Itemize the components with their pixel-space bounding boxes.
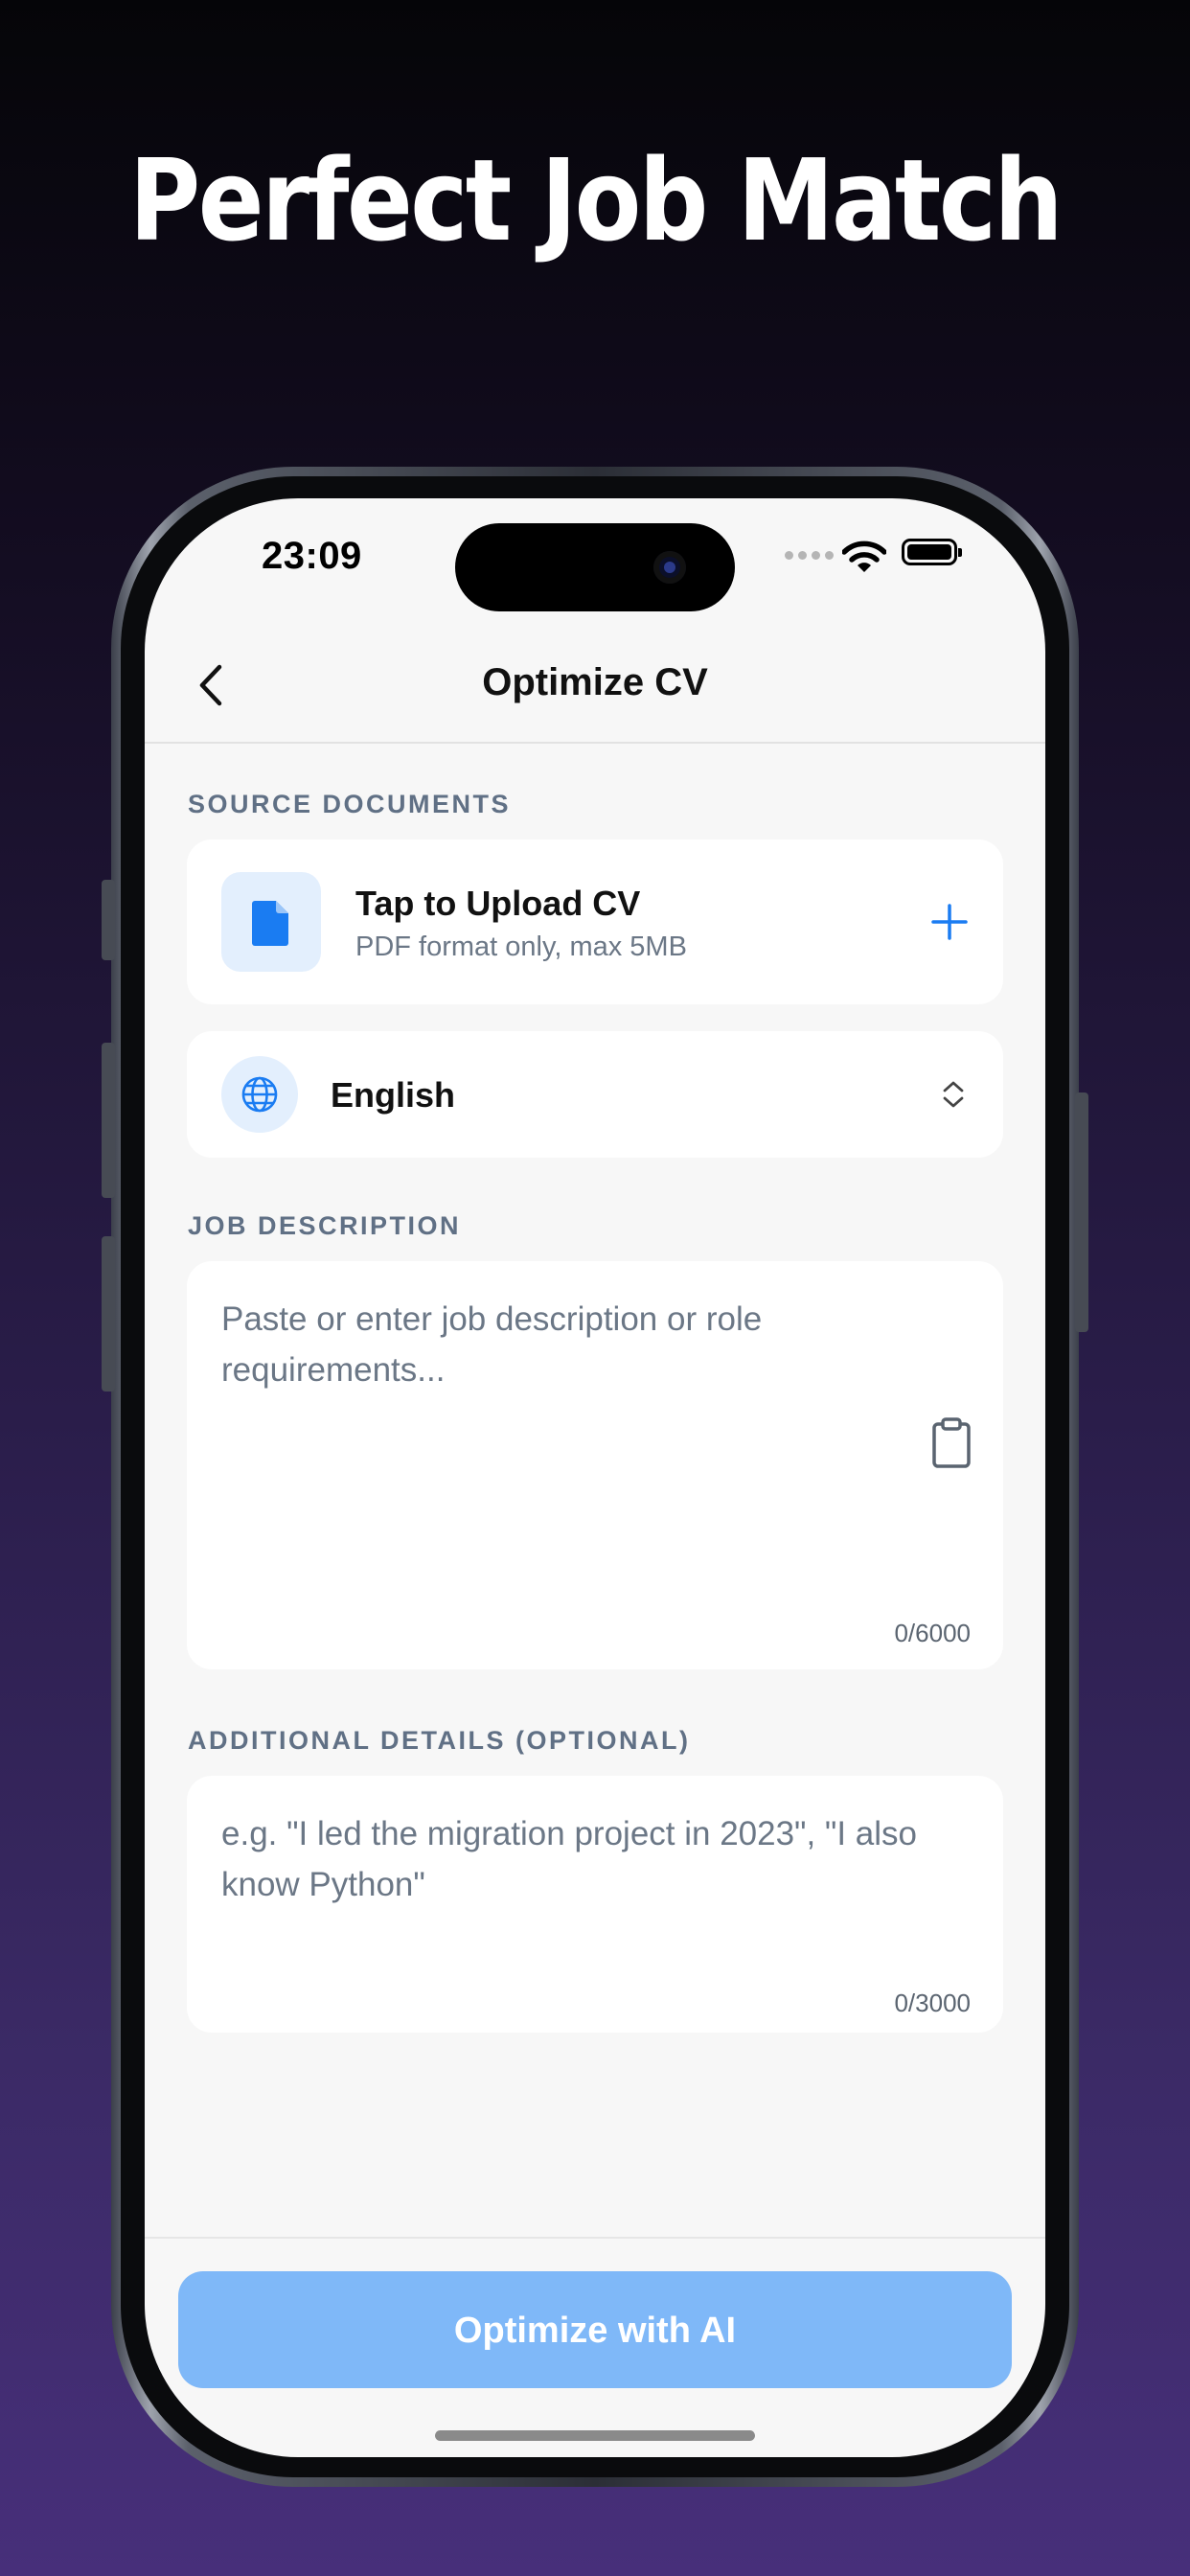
status-time: 23:09 xyxy=(262,535,362,577)
home-indicator xyxy=(435,2430,755,2441)
app-screen: 23:09 Optimize CV SOURCE DOCUMENTS Tap t… xyxy=(145,498,1045,2457)
power-button xyxy=(1075,1092,1088,1332)
section-label-source-documents: SOURCE DOCUMENTS xyxy=(188,790,512,818)
job-description-input[interactable]: Paste or enter job description or role r… xyxy=(187,1261,1003,1669)
job-description-counter: 0/6000 xyxy=(894,1619,971,1647)
globe-icon xyxy=(221,1056,298,1133)
chevron-up-down-icon xyxy=(943,1081,964,1108)
section-label-additional-details: ADDITIONAL DETAILS (OPTIONAL) xyxy=(188,1726,691,1755)
nav-divider xyxy=(145,742,1045,744)
additional-details-placeholder: e.g. "I led the migration project in 202… xyxy=(221,1815,918,1903)
plus-icon[interactable] xyxy=(930,903,969,941)
optimize-with-ai-button[interactable]: Optimize with AI xyxy=(178,2271,1012,2388)
document-icon xyxy=(221,872,321,972)
language-selector[interactable]: English xyxy=(187,1031,1003,1158)
cellular-signal-icon xyxy=(785,551,834,560)
wifi-icon xyxy=(842,540,886,572)
upload-subtitle: PDF format only, max 5MB xyxy=(355,932,687,962)
footer-divider xyxy=(145,2237,1045,2239)
upload-cv-card[interactable]: Tap to Upload CV PDF format only, max 5M… xyxy=(187,840,1003,1004)
additional-details-input[interactable]: e.g. "I led the migration project in 202… xyxy=(187,1776,1003,2033)
dynamic-island xyxy=(455,523,735,611)
volume-down-button xyxy=(102,1236,115,1392)
action-button xyxy=(102,880,115,960)
marketing-headline: Perfect Job Match xyxy=(128,134,1064,266)
clipboard-icon[interactable] xyxy=(928,1416,974,1470)
camera-icon xyxy=(653,551,686,584)
job-description-placeholder: Paste or enter job description or role r… xyxy=(221,1300,763,1389)
language-value: English xyxy=(331,1075,456,1115)
battery-icon xyxy=(902,539,962,565)
additional-details-counter: 0/3000 xyxy=(894,1989,971,2017)
page-title: Optimize CV xyxy=(482,661,708,703)
section-label-job-description: JOB DESCRIPTION xyxy=(188,1211,462,1240)
upload-title: Tap to Upload CV xyxy=(355,884,641,923)
volume-up-button xyxy=(102,1043,115,1198)
